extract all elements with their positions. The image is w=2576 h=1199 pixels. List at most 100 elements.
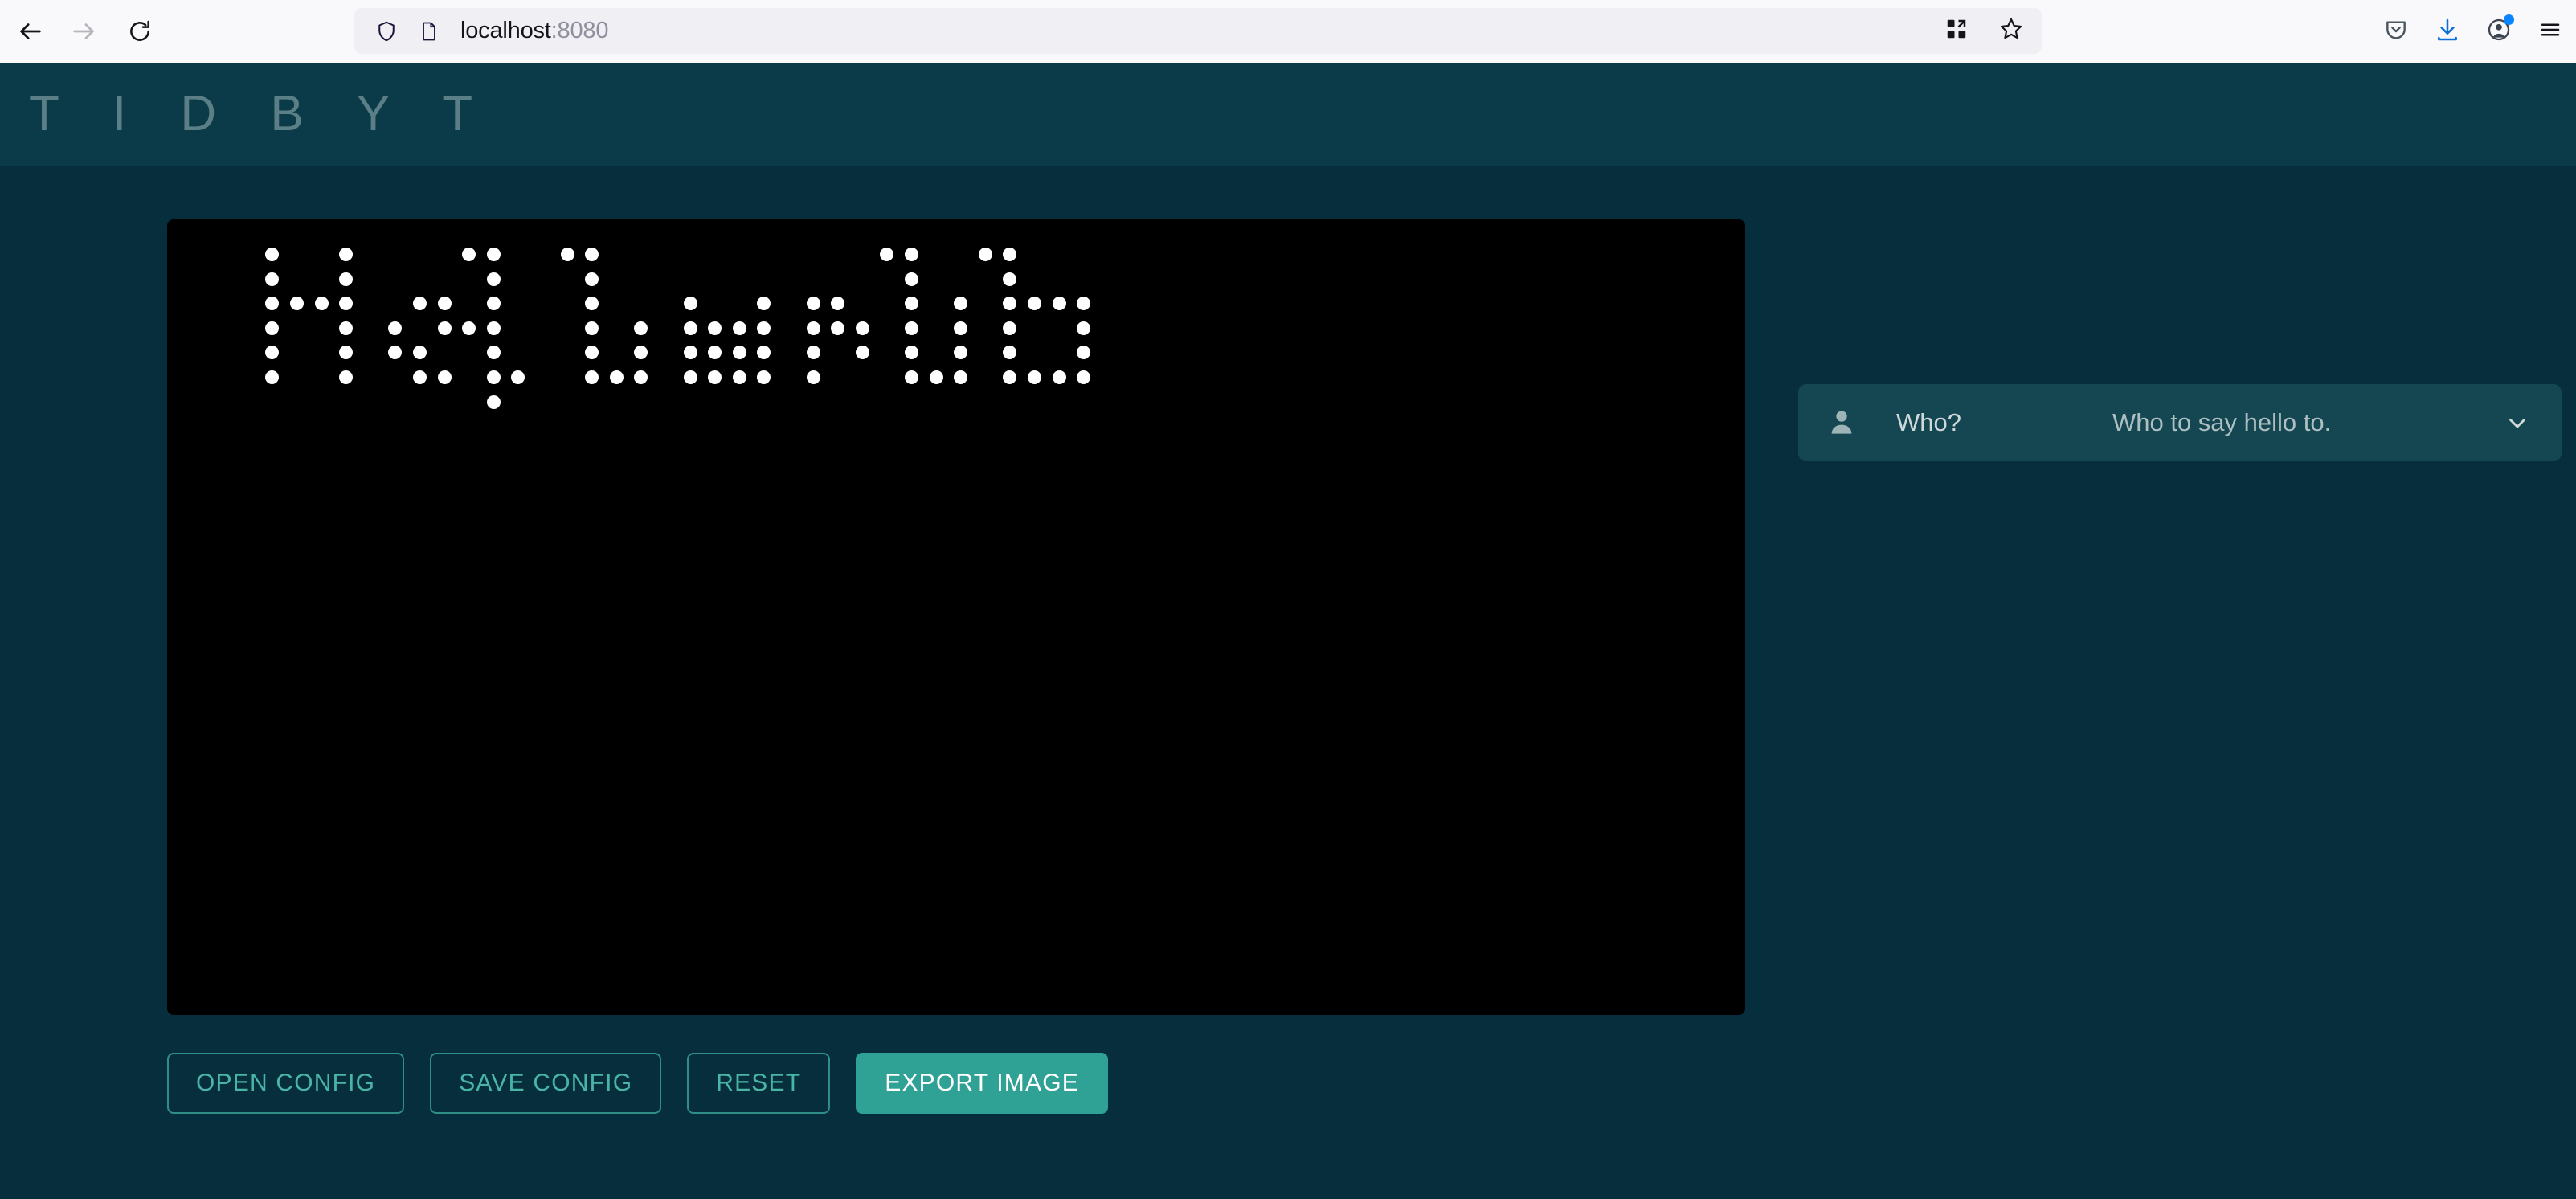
led-dot <box>855 346 869 360</box>
led-dot <box>757 321 771 335</box>
led-dot <box>757 370 771 384</box>
led-dot <box>929 370 943 384</box>
account-notification-badge <box>2504 14 2514 25</box>
url-host: localhost <box>460 18 551 43</box>
led-dot <box>265 370 280 384</box>
led-dot <box>905 370 918 384</box>
config-field-who[interactable]: Who? Who to say hello to. <box>1798 384 2562 461</box>
open-config-button[interactable]: OPEN CONFIG <box>167 1053 405 1114</box>
led-dot <box>265 248 280 261</box>
urlbar-actions <box>1934 12 2034 50</box>
led-dot <box>708 346 722 360</box>
led-dot <box>437 297 452 311</box>
led-dot <box>265 297 280 311</box>
led-dot <box>806 346 820 360</box>
led-dot <box>486 395 501 409</box>
led-dot <box>486 297 501 311</box>
led-dot <box>585 297 599 311</box>
led-dot <box>1003 346 1017 360</box>
led-dot <box>314 297 329 311</box>
led-dot <box>806 321 820 335</box>
page-document-icon[interactable] <box>418 20 440 43</box>
led-dot <box>1052 297 1066 311</box>
led-dot <box>683 370 697 384</box>
led-dot <box>1028 297 1041 311</box>
led-dot <box>339 272 354 286</box>
downloads-button[interactable] <box>2425 9 2470 54</box>
led-dot <box>585 321 599 335</box>
led-dot <box>339 297 354 311</box>
led-dot <box>462 321 476 335</box>
chevron-down-icon[interactable] <box>2504 409 2531 436</box>
led-dot <box>585 248 599 261</box>
led-dot <box>486 272 501 286</box>
led-dot <box>413 346 427 360</box>
led-dot <box>954 321 968 335</box>
led-dot <box>339 248 354 261</box>
led-dot <box>1003 370 1017 384</box>
save-config-button[interactable]: SAVE CONFIG <box>430 1053 662 1114</box>
led-dot <box>905 346 918 360</box>
led-dot <box>1077 321 1091 335</box>
export-image-button[interactable]: EXPORT IMAGE <box>856 1053 1108 1114</box>
reload-button[interactable] <box>117 9 162 54</box>
led-dot <box>413 297 427 311</box>
app-menu-button[interactable] <box>2528 9 2573 54</box>
browser-toolbar: localhost:8080 <box>0 0 2576 63</box>
led-dot <box>1077 370 1091 384</box>
led-dot <box>339 370 354 384</box>
app-body: OPEN CONFIG SAVE CONFIG RESET EXPORT IMA… <box>0 166 2576 1199</box>
reset-button[interactable]: RESET <box>687 1053 831 1114</box>
brand-logo: T I D B Y T <box>29 86 493 141</box>
led-dot <box>905 297 918 311</box>
led-dot <box>954 297 968 311</box>
led-dot <box>831 297 845 311</box>
led-dot <box>634 346 648 360</box>
led-dot <box>634 321 648 335</box>
led-dot <box>413 370 427 384</box>
led-dot <box>609 370 624 384</box>
account-button[interactable] <box>2476 9 2521 54</box>
led-dot <box>806 370 820 384</box>
led-dot <box>486 248 501 261</box>
led-dot <box>1077 297 1091 311</box>
led-dot <box>1003 321 1017 335</box>
pocket-button[interactable] <box>2374 9 2419 54</box>
led-dot <box>585 370 599 384</box>
back-arrow-icon <box>17 18 44 45</box>
led-dot <box>339 346 354 360</box>
led-dot <box>880 248 894 261</box>
led-dot <box>683 321 697 335</box>
pocket-save-icon <box>2383 17 2409 47</box>
shield-icon[interactable] <box>374 19 399 43</box>
led-dot <box>437 370 452 384</box>
led-dot <box>905 321 918 335</box>
forward-button[interactable] <box>61 9 106 54</box>
led-dot <box>486 346 501 360</box>
led-dot <box>634 370 648 384</box>
config-field-label: Who? <box>1896 408 1961 436</box>
led-dot <box>462 248 476 261</box>
led-dot <box>1052 370 1066 384</box>
forward-arrow-icon <box>70 18 97 45</box>
back-button[interactable] <box>8 9 53 54</box>
app-header: T I D B Y T <box>0 63 2576 166</box>
led-dot <box>806 297 820 311</box>
extensions-button[interactable] <box>1934 9 1979 54</box>
led-dot <box>732 321 746 335</box>
bookmark-button[interactable] <box>1989 9 2034 54</box>
led-dot <box>905 272 918 286</box>
led-preview-panel[interactable] <box>167 219 1745 1015</box>
led-dot <box>683 297 697 311</box>
led-dot <box>1003 248 1017 261</box>
led-dot <box>683 346 697 360</box>
person-icon <box>1826 407 1858 439</box>
led-dot <box>511 370 525 384</box>
url-bar[interactable]: localhost:8080 <box>354 8 2042 54</box>
led-dot <box>954 370 968 384</box>
led-dot <box>585 346 599 360</box>
reload-icon <box>127 18 153 44</box>
led-dot <box>560 248 574 261</box>
led-dot <box>757 297 771 311</box>
led-dot <box>265 272 280 286</box>
